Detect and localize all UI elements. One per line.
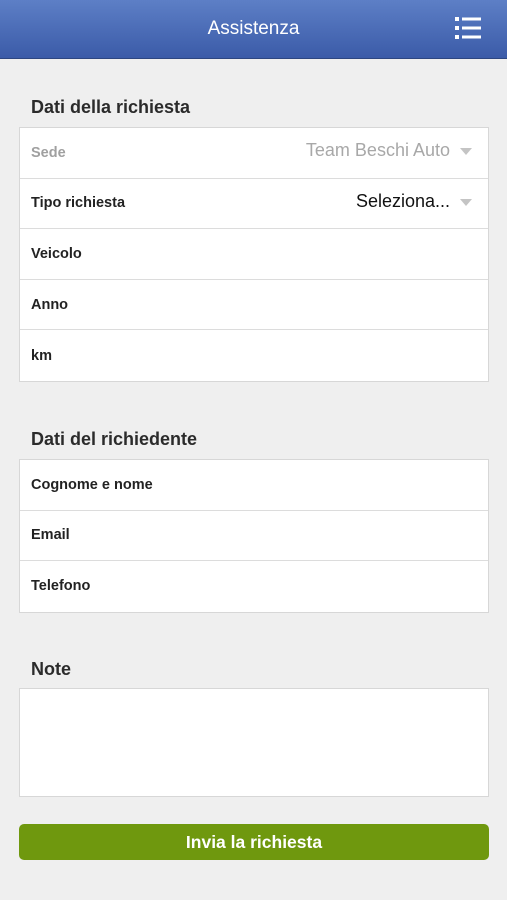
anno-label: Anno: [31, 296, 69, 313]
km-label: km: [31, 347, 52, 364]
cognome-nome-field[interactable]: Cognome e nome: [20, 460, 488, 511]
tipo-richiesta-label: Tipo richiesta: [31, 195, 126, 212]
email-label: Email: [31, 527, 70, 544]
tipo-richiesta-value: Seleziona...: [355, 190, 450, 211]
requester-form-card: Cognome e nome Email Telefono: [19, 459, 489, 613]
sede-select[interactable]: Sede Team Beschi Auto: [20, 128, 488, 179]
submit-button[interactable]: Invia la richiesta: [19, 824, 489, 860]
cognome-nome-label: Cognome e nome: [31, 476, 153, 493]
veicolo-field[interactable]: Veicolo: [20, 229, 488, 280]
telefono-label: Telefono: [31, 578, 91, 595]
note-section-title: Note: [31, 659, 71, 679]
sede-value: Team Beschi Auto: [305, 140, 450, 160]
page-title: Assistenza: [207, 18, 300, 39]
sede-label: Sede: [31, 144, 66, 161]
requester-section-title: Dati del richiedente: [31, 429, 198, 449]
chevron-down-icon: [460, 148, 472, 155]
request-form-card: Sede Team Beschi Auto Tipo richiesta Sel…: [19, 127, 489, 382]
km-field[interactable]: km: [20, 330, 488, 381]
request-section-title: Dati della richiesta: [31, 97, 191, 117]
tipo-richiesta-select[interactable]: Tipo richiesta Seleziona...: [20, 179, 488, 230]
chevron-down-icon: [460, 198, 472, 206]
telefono-field[interactable]: Telefono: [20, 561, 488, 612]
veicolo-label: Veicolo: [31, 245, 82, 262]
top-navigation-bar: Assistenza: [0, 0, 507, 59]
note-textarea[interactable]: [19, 688, 489, 797]
email-field[interactable]: Email: [20, 511, 488, 562]
list-menu-icon[interactable]: [455, 16, 481, 40]
anno-field[interactable]: Anno: [20, 280, 488, 331]
submit-button-label: Invia la richiesta: [185, 831, 323, 852]
